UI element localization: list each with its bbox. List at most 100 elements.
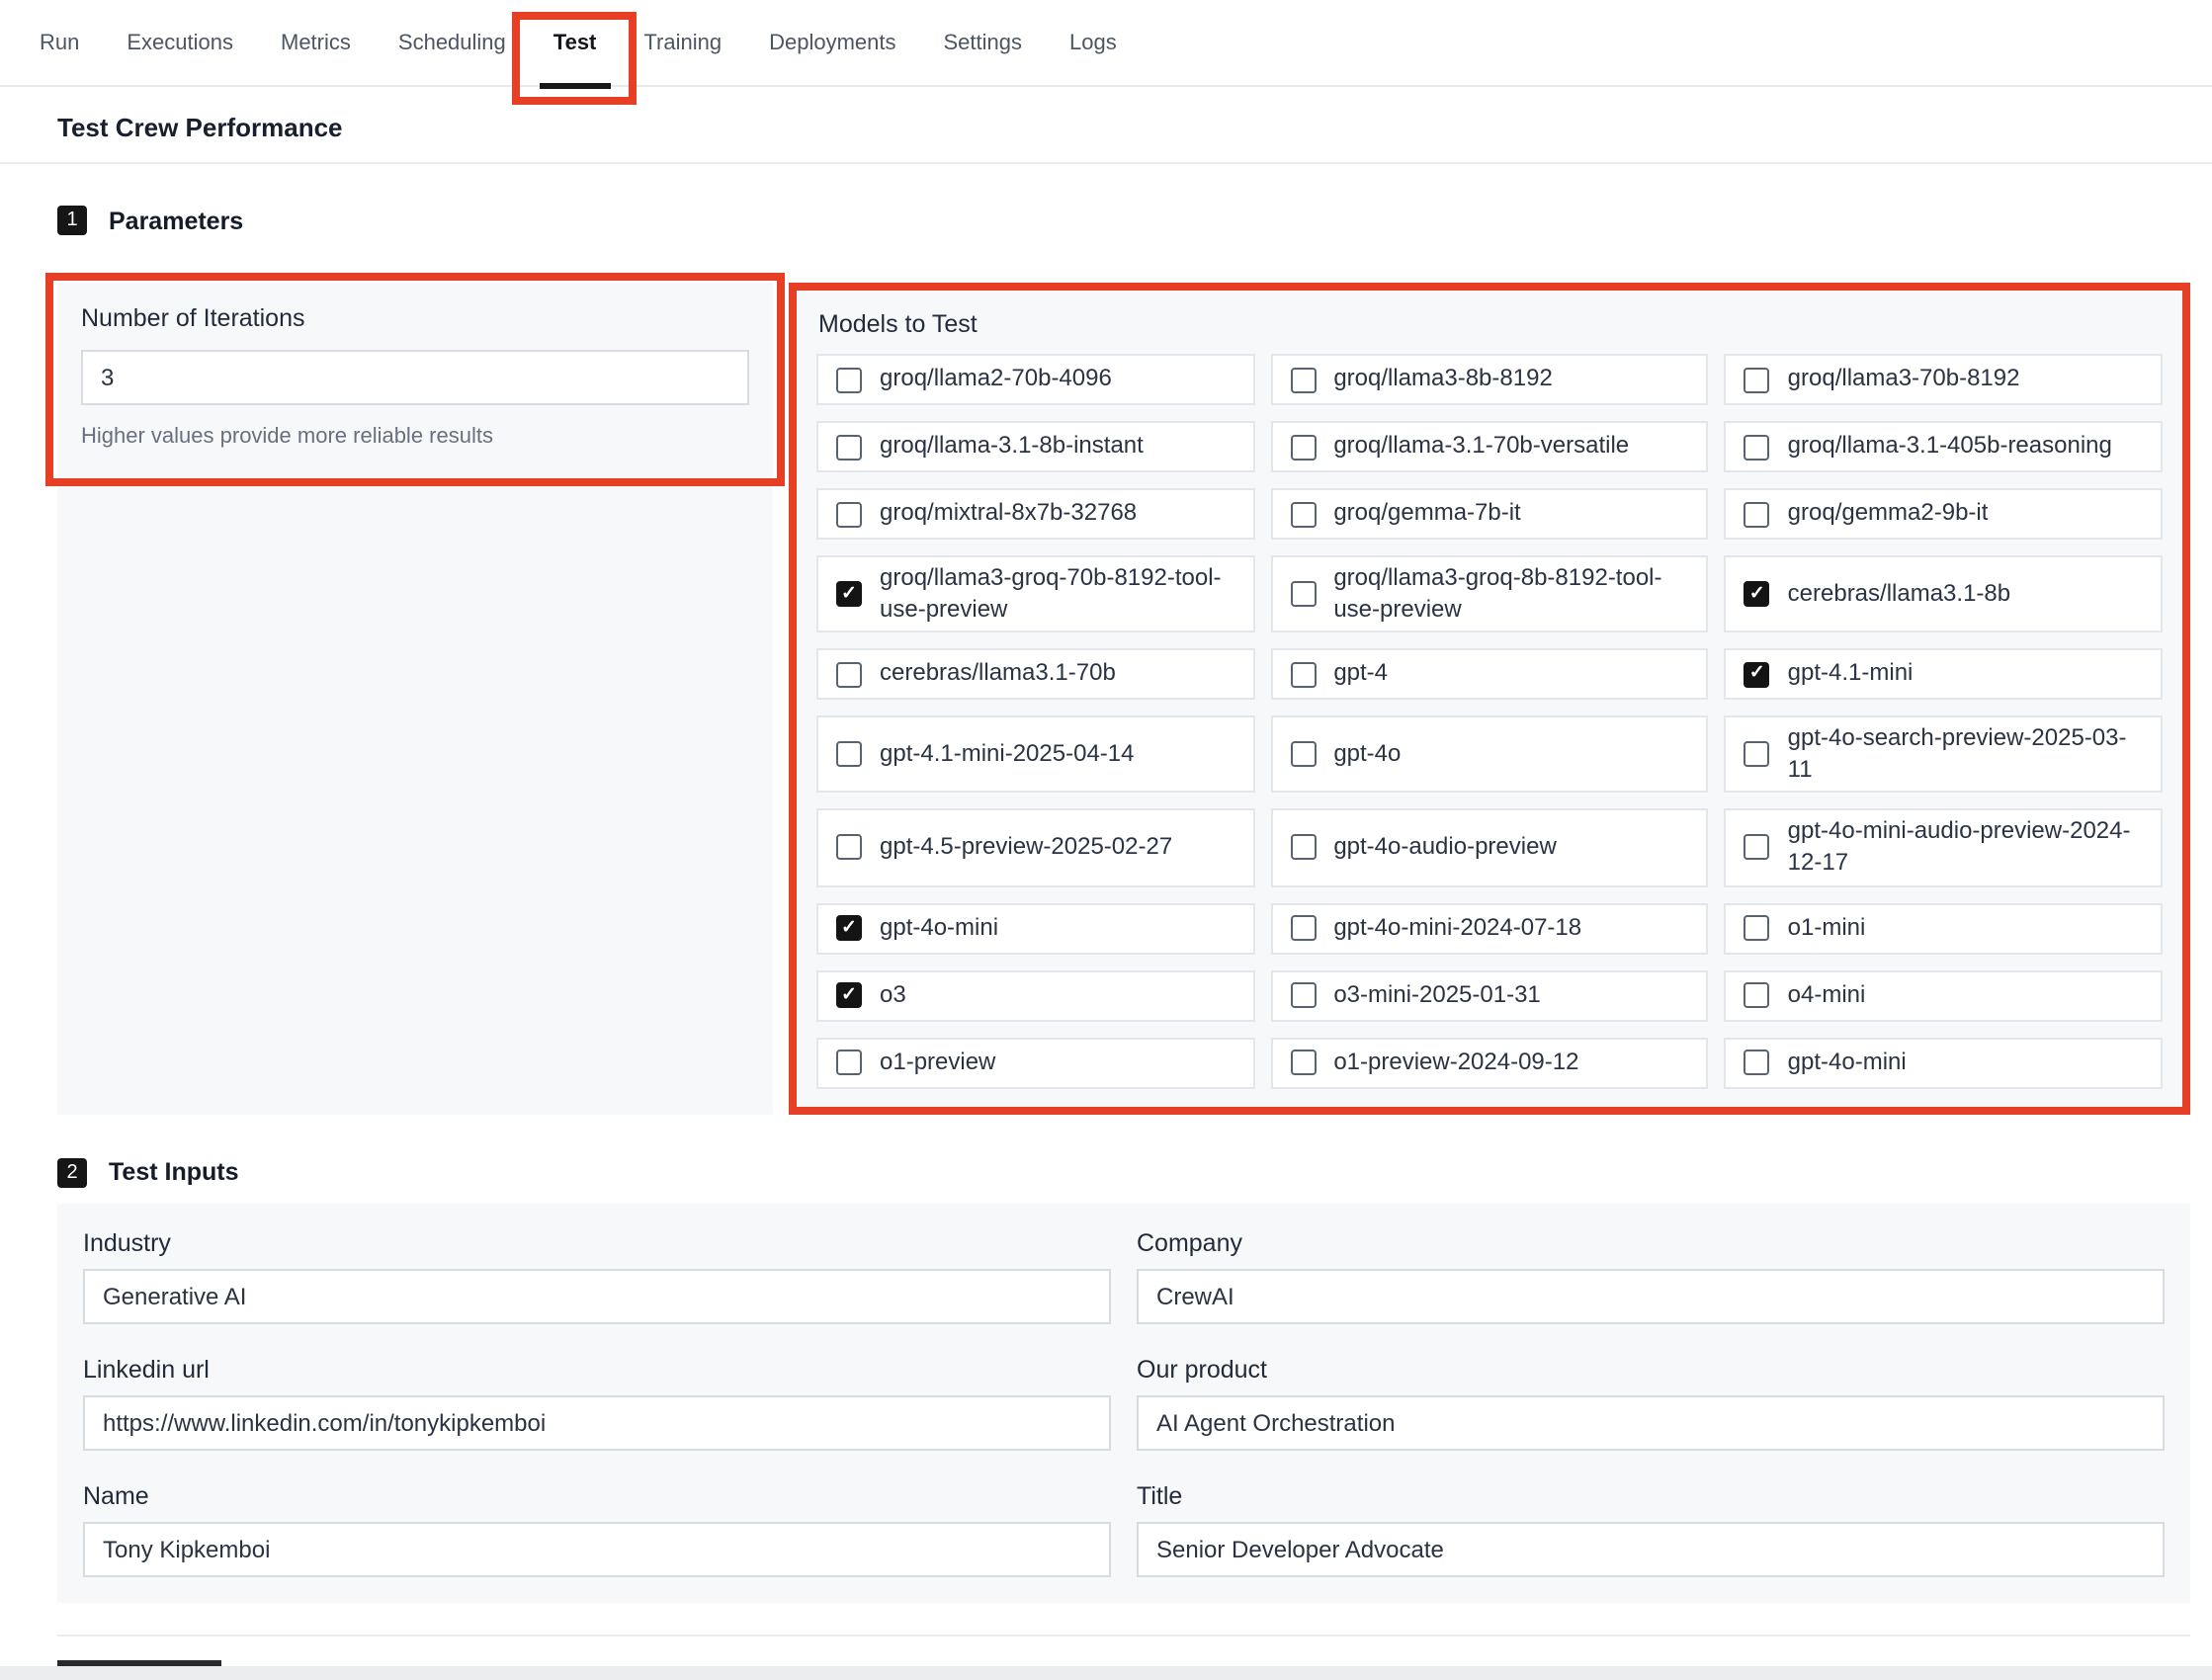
model-checkbox[interactable] (1744, 434, 1770, 460)
model-checkbox-item[interactable]: gpt-4o (1270, 715, 1708, 793)
model-checkbox-item[interactable]: gpt-4o-audio-preview (1270, 809, 1708, 886)
model-name-label: gpt-4o-mini (880, 913, 998, 944)
model-checkbox[interactable] (1744, 915, 1770, 941)
model-checkbox-item[interactable]: groq/llama-3.1-70b-versatile (1270, 421, 1708, 472)
iterations-panel: Number of Iterations Higher values provi… (57, 283, 773, 1114)
model-checkbox-item[interactable]: gpt-4 (1270, 648, 1708, 700)
nav-tab-test[interactable]: Test (530, 0, 621, 85)
model-checkbox[interactable] (836, 501, 862, 527)
model-checkbox[interactable] (1744, 835, 1770, 861)
nav-tab-logs[interactable]: Logs (1046, 0, 1141, 85)
model-checkbox[interactable] (1744, 982, 1770, 1008)
industry-input[interactable] (83, 1268, 1111, 1323)
model-checkbox-item[interactable]: cerebras/llama3.1-70b (816, 648, 1254, 700)
nav-tab-label: Scheduling (398, 31, 506, 54)
model-checkbox[interactable]: ✓ (1744, 581, 1770, 607)
nav-tab-label: Metrics (281, 31, 351, 54)
model-checkbox-item[interactable]: ✓ gpt-4o-mini (816, 902, 1254, 954)
model-checkbox-item[interactable]: groq/llama3-70b-8192 (1725, 354, 2163, 405)
field-group-linkedin-url: Linkedin url (83, 1355, 1111, 1450)
model-checkbox[interactable] (1290, 982, 1316, 1008)
nav-tab-label: Test (553, 31, 597, 54)
title-input[interactable] (1137, 1521, 2165, 1576)
model-checkbox[interactable]: ✓ (836, 982, 862, 1008)
model-checkbox-item[interactable]: groq/llama3-8b-8192 (1270, 354, 1708, 405)
model-checkbox[interactable] (1290, 742, 1316, 768)
model-name-label: gpt-4o-audio-preview (1333, 832, 1556, 863)
active-tab-underline (540, 83, 611, 88)
model-name-label: gpt-4o (1333, 739, 1401, 770)
model-checkbox-item[interactable]: gpt-4.5-preview-2025-02-27 (816, 809, 1254, 886)
our-product-input[interactable] (1137, 1394, 2165, 1450)
model-checkbox[interactable] (1290, 915, 1316, 941)
model-checkbox-item[interactable]: groq/llama-3.1-405b-reasoning (1725, 421, 2163, 472)
model-checkbox-item[interactable]: groq/llama2-70b-4096 (816, 354, 1254, 405)
model-checkbox[interactable] (836, 661, 862, 687)
iterations-input[interactable] (81, 350, 749, 405)
check-icon: ✓ (1749, 585, 1765, 604)
model-checkbox[interactable] (1290, 835, 1316, 861)
model-checkbox-item[interactable]: o1-preview-2024-09-12 (1270, 1037, 1708, 1088)
model-checkbox[interactable]: ✓ (836, 915, 862, 941)
nav-tab-settings[interactable]: Settings (920, 0, 1047, 85)
model-name-label: o1-preview (880, 1048, 995, 1078)
model-name-label: groq/llama-3.1-405b-reasoning (1788, 431, 2112, 462)
model-name-label: gpt-4.5-preview-2025-02-27 (880, 832, 1172, 863)
nav-tab-label: Training (643, 31, 722, 54)
model-checkbox[interactable] (836, 742, 862, 768)
nav-tab-deployments[interactable]: Deployments (745, 0, 919, 85)
parameters-row: Number of Iterations Higher values provi… (57, 283, 2190, 1114)
model-checkbox-item[interactable]: o3-mini-2025-01-31 (1270, 969, 1708, 1021)
model-checkbox[interactable] (836, 1050, 862, 1075)
models-label: Models to Test (818, 310, 2163, 338)
section-number-badge: 2 (57, 1157, 87, 1187)
model-checkbox[interactable] (1290, 367, 1316, 392)
model-checkbox-item[interactable]: groq/mixtral-8x7b-32768 (816, 488, 1254, 540)
models-panel: Models to Test groq/llama2-70b-4096 groq… (797, 291, 2182, 1106)
model-checkbox-item[interactable]: gpt-4o-mini (1725, 1037, 2163, 1088)
model-checkbox[interactable] (1290, 434, 1316, 460)
model-checkbox[interactable] (1290, 1050, 1316, 1075)
page-content: 1 Parameters Number of Iterations Higher… (57, 206, 2190, 1680)
model-checkbox-item[interactable]: ✓ gpt-4.1-mini (1725, 648, 2163, 700)
model-checkbox[interactable] (836, 434, 862, 460)
model-checkbox-item[interactable]: gpt-4o-search-preview-2025-03-11 (1725, 715, 2163, 793)
model-checkbox[interactable]: ✓ (836, 581, 862, 607)
linkedin-url-input[interactable] (83, 1394, 1111, 1450)
nav-tab-metrics[interactable]: Metrics (257, 0, 375, 85)
model-checkbox-item[interactable]: gpt-4o-mini-audio-preview-2024-12-17 (1725, 809, 2163, 886)
model-checkbox-item[interactable]: o1-preview (816, 1037, 1254, 1088)
model-checkbox-item[interactable]: ✓ cerebras/llama3.1-8b (1725, 555, 2163, 632)
model-checkbox-item[interactable]: groq/gemma2-9b-it (1725, 488, 2163, 540)
model-checkbox[interactable] (836, 835, 862, 861)
model-checkbox-item[interactable]: ✓ groq/llama3-groq-70b-8192-tool-use-pre… (816, 555, 1254, 632)
field-group-our-product: Our product (1137, 1355, 2165, 1450)
model-checkbox-item[interactable]: gpt-4.1-mini-2025-04-14 (816, 715, 1254, 793)
model-checkbox-item[interactable]: groq/llama3-groq-8b-8192-tool-use-previe… (1270, 555, 1708, 632)
company-input[interactable] (1137, 1268, 2165, 1323)
name-input[interactable] (83, 1521, 1111, 1576)
model-checkbox-item[interactable]: gpt-4o-mini-2024-07-18 (1270, 902, 1708, 954)
input-field-label: Industry (83, 1228, 1111, 1256)
model-checkbox[interactable] (1290, 661, 1316, 687)
top-nav: Run Executions Metrics Scheduling Test T… (0, 0, 2212, 87)
model-name-label: groq/llama-3.1-70b-versatile (1333, 431, 1629, 462)
model-checkbox-item[interactable]: ✓ o3 (816, 969, 1254, 1021)
model-checkbox[interactable] (836, 367, 862, 392)
model-checkbox[interactable] (1744, 742, 1770, 768)
model-checkbox[interactable] (1290, 501, 1316, 527)
model-checkbox[interactable] (1744, 367, 1770, 392)
model-checkbox-item[interactable]: o1-mini (1725, 902, 2163, 954)
model-checkbox[interactable] (1290, 581, 1316, 607)
nav-tab-run[interactable]: Run (16, 0, 103, 85)
nav-tab-executions[interactable]: Executions (103, 0, 257, 85)
model-checkbox[interactable]: ✓ (1744, 661, 1770, 687)
model-checkbox[interactable] (1744, 1050, 1770, 1075)
model-checkbox-item[interactable]: groq/llama-3.1-8b-instant (816, 421, 1254, 472)
nav-tab-scheduling[interactable]: Scheduling (375, 0, 530, 85)
model-checkbox-item[interactable]: groq/gemma-7b-it (1270, 488, 1708, 540)
nav-tab-training[interactable]: Training (620, 0, 745, 85)
model-checkbox-item[interactable]: o4-mini (1725, 969, 2163, 1021)
model-checkbox[interactable] (1744, 501, 1770, 527)
model-name-label: gpt-4o-mini (1788, 1048, 1907, 1078)
